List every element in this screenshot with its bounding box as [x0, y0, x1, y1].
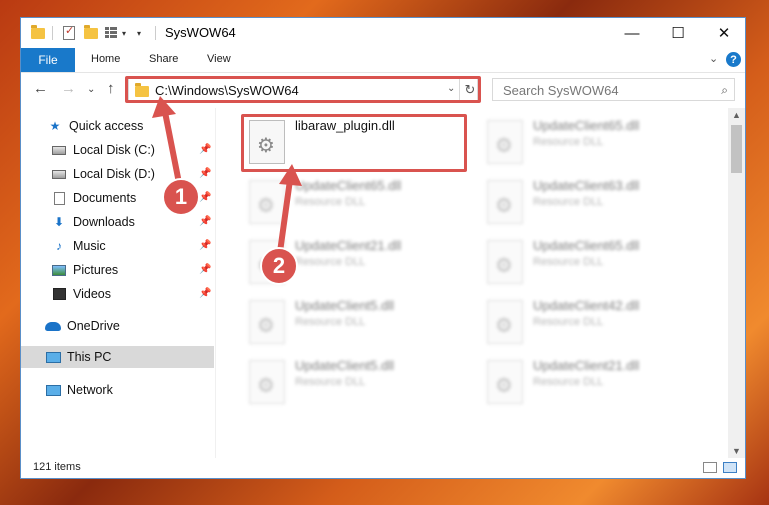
- arrow-2-head: [279, 164, 302, 186]
- arrow-2-line: [277, 177, 293, 255]
- step-1-badge: 1: [162, 178, 200, 216]
- step-2-badge: 2: [260, 247, 298, 285]
- arrow-1-head: [152, 96, 176, 118]
- annotation-arrows: [152, 96, 302, 255]
- arrow-1-line: [162, 109, 183, 191]
